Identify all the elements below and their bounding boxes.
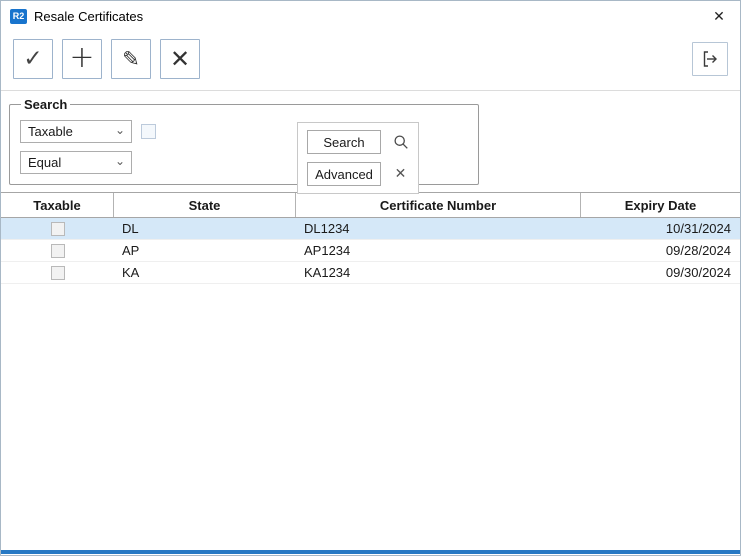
state-cell: DL: [114, 218, 296, 239]
expiry-date-cell: 09/30/2024: [581, 262, 740, 283]
search-checkbox[interactable]: [141, 124, 156, 139]
app-icon: R2: [10, 9, 27, 24]
certificates-table: Taxable State Certificate Number Expiry …: [1, 192, 740, 284]
accept-button[interactable]: ✓: [13, 39, 53, 79]
table-row[interactable]: KA KA1234 09/30/2024: [1, 262, 740, 284]
exit-button[interactable]: [692, 42, 728, 76]
close-icon[interactable]: ✕: [698, 1, 740, 31]
exit-icon: [700, 49, 720, 69]
certificate-number-cell: AP1234: [296, 240, 581, 261]
column-header-certificate-number[interactable]: Certificate Number: [296, 193, 581, 217]
operator-dropdown[interactable]: Equal ⌄: [20, 151, 132, 174]
delete-x-icon: ✕: [170, 47, 190, 71]
state-cell: KA: [114, 262, 296, 283]
field-dropdown-value: Taxable: [28, 124, 73, 139]
table-row[interactable]: DL DL1234 10/31/2024: [1, 218, 740, 240]
expiry-date-cell: 09/28/2024: [581, 240, 740, 261]
column-header-taxable[interactable]: Taxable: [1, 193, 114, 217]
table-row[interactable]: AP AP1234 09/28/2024: [1, 240, 740, 262]
column-header-expiry-date[interactable]: Expiry Date: [581, 193, 740, 217]
chevron-down-icon: ⌄: [115, 155, 125, 167]
titlebar: R2 Resale Certificates ✕: [1, 1, 740, 31]
chevron-down-icon: ⌄: [115, 124, 125, 136]
add-button[interactable]: +: [62, 39, 102, 79]
state-cell: AP: [114, 240, 296, 261]
search-actions-panel: Search Advanced ✕: [297, 122, 419, 194]
magnifier-icon: [392, 134, 409, 151]
bottom-accent-bar: [1, 550, 740, 554]
table-header: Taxable State Certificate Number Expiry …: [1, 192, 740, 218]
plus-icon: +: [69, 43, 94, 73]
clear-x-icon: ✕: [392, 166, 409, 183]
advanced-button[interactable]: Advanced: [307, 162, 381, 186]
window-title: Resale Certificates: [34, 9, 143, 24]
pencil-icon: ✎: [122, 49, 140, 70]
certificate-number-cell: KA1234: [296, 262, 581, 283]
certificate-number-cell: DL1234: [296, 218, 581, 239]
expiry-date-cell: 10/31/2024: [581, 218, 740, 239]
column-header-state[interactable]: State: [114, 193, 296, 217]
field-dropdown[interactable]: Taxable ⌄: [20, 120, 132, 143]
operator-dropdown-value: Equal: [28, 155, 61, 170]
taxable-checkbox[interactable]: [51, 222, 65, 236]
search-button[interactable]: Search: [307, 130, 381, 154]
check-icon: ✓: [23, 48, 42, 71]
taxable-checkbox[interactable]: [51, 266, 65, 280]
delete-button[interactable]: ✕: [160, 39, 200, 79]
search-group: Search Taxable ⌄ Equal ⌄ Search: [9, 97, 479, 185]
toolbar: ✓ + ✎ ✕: [1, 31, 740, 91]
search-legend: Search: [21, 97, 70, 112]
edit-button[interactable]: ✎: [111, 39, 151, 79]
resale-certificates-window: R2 Resale Certificates ✕ ✓ + ✎ ✕: [0, 0, 741, 556]
taxable-checkbox[interactable]: [51, 244, 65, 258]
